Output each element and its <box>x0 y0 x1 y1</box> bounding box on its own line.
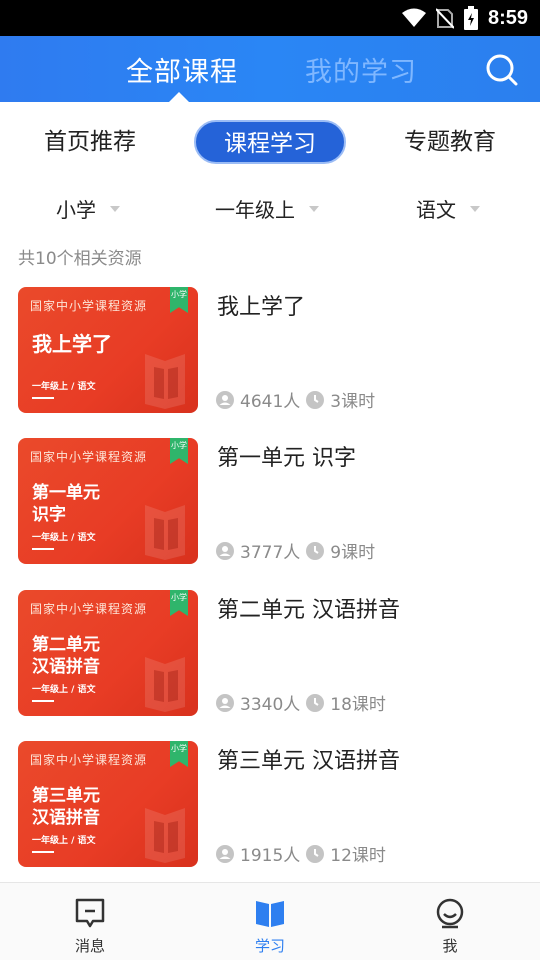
filter-grade-label: 一年级上 <box>215 198 295 222</box>
thumb-divider <box>32 851 54 853</box>
lesson-hours: 3课时 <box>330 392 376 412</box>
thumb-subtitle: 一年级上 / 语文 <box>32 382 96 392</box>
thumb-title: 我上学了 <box>32 332 112 356</box>
nav-learning-label: 学习 <box>254 937 285 955</box>
nav-profile[interactable]: 我 <box>410 897 490 956</box>
tab-topic-education[interactable]: 专题教育 <box>380 120 520 164</box>
user-icon <box>216 541 234 560</box>
course-meta: 1915人 12课时 <box>216 841 386 866</box>
top-header: 全部课程 我的学习 <box>0 36 540 102</box>
thumb-brand: 国家中小学课程资源 <box>30 753 148 767</box>
course-item[interactable]: 国家中小学课程资源 小学 我上学了 一年级上 / 语文 我上学了 4641人 3… <box>0 287 540 417</box>
book-deco-icon <box>145 354 185 409</box>
bottom-nav: 消息 学习 我 <box>0 882 540 960</box>
filter-stage-label: 小学 <box>56 198 96 222</box>
learner-count: 3340人 <box>240 695 301 715</box>
tab-home-recommend[interactable]: 首页推荐 <box>20 120 160 164</box>
caret-down-icon <box>309 205 319 212</box>
category-tabs: 首页推荐 课程学习 专题教育 <box>0 102 540 178</box>
thumb-badge: 小学 <box>170 438 188 464</box>
course-meta: 3340人 18课时 <box>216 690 386 715</box>
filter-grade-dropdown[interactable]: 一年级上 <box>215 194 319 223</box>
lesson-hours: 9课时 <box>330 543 376 563</box>
nav-messages-label: 消息 <box>74 937 105 955</box>
nav-messages[interactable]: 消息 <box>50 897 130 956</box>
search-icon[interactable] <box>484 52 518 86</box>
course-item[interactable]: 国家中小学课程资源 小学 第二单元 汉语拼音 一年级上 / 语文 第二单元 汉语拼… <box>0 590 540 720</box>
caret-down-icon <box>470 205 480 212</box>
course-thumbnail: 国家中小学课程资源 小学 第三单元 汉语拼音 一年级上 / 语文 <box>18 741 198 867</box>
tab-course-learning[interactable]: 课程学习 <box>194 120 346 164</box>
thumb-badge: 小学 <box>170 741 188 767</box>
learner-count: 4641人 <box>240 392 301 412</box>
thumb-subtitle: 一年级上 / 语文 <box>32 685 96 695</box>
nav-learning[interactable]: 学习 <box>230 897 310 956</box>
thumb-brand: 国家中小学课程资源 <box>30 602 148 616</box>
book-icon <box>256 901 284 927</box>
clock-icon <box>306 390 325 409</box>
thumb-title: 第二单元 汉语拼音 <box>32 635 100 677</box>
thumb-subtitle: 一年级上 / 语文 <box>32 836 96 846</box>
user-icon <box>216 693 234 712</box>
thumb-badge: 小学 <box>170 287 188 313</box>
thumb-brand: 国家中小学课程资源 <box>30 299 148 313</box>
thumb-title: 第一单元 识字 <box>32 483 100 525</box>
course-meta: 4641人 3课时 <box>216 387 375 412</box>
thumb-title: 第三单元 汉语拼音 <box>32 786 100 828</box>
book-deco-icon <box>145 808 185 863</box>
tab-my-learning[interactable]: 我的学习 <box>305 50 417 89</box>
thumb-subtitle: 一年级上 / 语文 <box>32 533 96 543</box>
course-thumbnail: 国家中小学课程资源 小学 第一单元 识字 一年级上 / 语文 <box>18 438 198 564</box>
course-title: 我上学了 <box>217 295 306 320</box>
thumb-divider <box>32 548 54 550</box>
book-deco-icon <box>145 657 185 712</box>
filter-subject-label: 语文 <box>416 198 456 222</box>
course-thumbnail: 国家中小学课程资源 小学 第二单元 汉语拼音 一年级上 / 语文 <box>18 590 198 716</box>
battery-charging-icon <box>463 6 478 30</box>
thumb-brand: 国家中小学课程资源 <box>30 450 148 464</box>
thumb-divider <box>32 397 54 399</box>
course-item[interactable]: 国家中小学课程资源 小学 第三单元 汉语拼音 一年级上 / 语文 第三单元 汉语拼… <box>0 741 540 871</box>
course-item[interactable]: 国家中小学课程资源 小学 第一单元 识字 一年级上 / 语文 第一单元 识字 37… <box>0 438 540 568</box>
thumb-badge: 小学 <box>170 590 188 616</box>
no-sim-icon <box>435 8 454 29</box>
filter-subject-dropdown[interactable]: 语文 <box>416 194 480 223</box>
message-icon <box>75 898 105 928</box>
wifi-icon <box>401 8 426 27</box>
course-meta: 3777人 9课时 <box>216 538 375 563</box>
course-title: 第三单元 汉语拼音 <box>217 749 400 774</box>
nav-profile-label: 我 <box>442 937 458 955</box>
user-icon <box>216 844 234 863</box>
thumb-divider <box>32 700 54 702</box>
course-title: 第一单元 识字 <box>217 446 356 471</box>
tab-all-courses[interactable]: 全部课程 <box>126 50 238 89</box>
filter-stage-dropdown[interactable]: 小学 <box>56 194 120 223</box>
learner-count: 1915人 <box>240 846 301 866</box>
clock-icon <box>306 541 325 560</box>
result-count: 共10个相关资源 <box>18 249 142 269</box>
clock-icon <box>306 844 325 863</box>
user-icon <box>216 390 234 409</box>
learner-count: 3777人 <box>240 543 301 563</box>
status-icons: 8:59 <box>401 6 528 30</box>
lesson-hours: 12课时 <box>330 846 386 866</box>
status-bar: 8:59 <box>0 0 540 36</box>
course-thumbnail: 国家中小学课程资源 小学 我上学了 一年级上 / 语文 <box>18 287 198 413</box>
course-title: 第二单元 汉语拼音 <box>217 598 400 623</box>
status-time: 8:59 <box>487 6 528 29</box>
filter-bar: 小学 一年级上 语文 <box>0 188 540 228</box>
profile-icon <box>436 898 464 929</box>
clock-icon <box>306 693 325 712</box>
caret-down-icon <box>110 205 120 212</box>
active-tab-indicator <box>169 92 189 102</box>
book-deco-icon <box>145 505 185 560</box>
lesson-hours: 18课时 <box>330 695 386 715</box>
